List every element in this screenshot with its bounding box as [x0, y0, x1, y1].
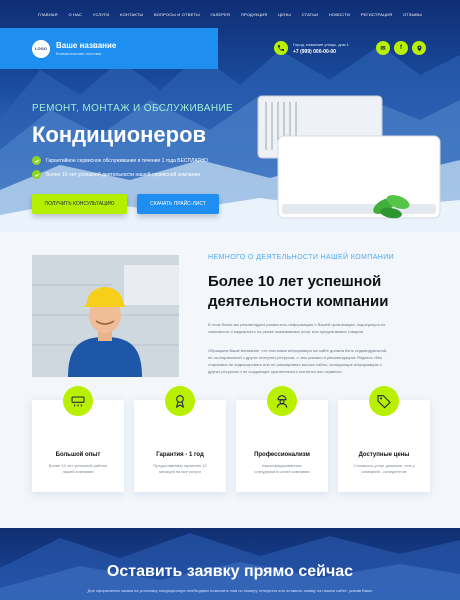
nav-item[interactable]: СТАТЬИ [302, 8, 319, 22]
consultation-button[interactable]: ПОЛУЧИТЬ КОНСУЛЬТАЦИЮ [32, 194, 127, 214]
about-paragraph-line: значимость и надежность на рынке оказыва… [208, 329, 364, 334]
social-icon[interactable]: f [394, 41, 408, 55]
phone-icon[interactable] [274, 41, 288, 55]
hero-feature: Гарантийное сервисное обслуживание в теч… [32, 156, 208, 165]
nav-item[interactable]: ОТЗЫВЫ [403, 8, 422, 22]
message-icon[interactable]: ✉ [376, 41, 390, 55]
company-name: Ваше название [56, 41, 117, 50]
nav-item[interactable]: О НАС [68, 8, 82, 22]
hero-feature-text: Гарантийное сервисное обслуживание в теч… [46, 157, 208, 164]
nav-item[interactable]: ВОПРОСЫ И ОТВЕТЫ [154, 8, 200, 22]
download-price-button[interactable]: СКАЧАТЬ ПРАЙС-ЛИСТ [137, 194, 219, 214]
card-description: Более 10 лет успешной работы нашей компа… [40, 463, 116, 475]
medal-icon [165, 386, 195, 416]
hero-kicker: РЕМОНТ, МОНТАЖ И ОБСЛУЖИВАНИЕ [32, 103, 234, 114]
price-tag-icon [369, 386, 399, 416]
company-tagline: Климатические системы [56, 51, 102, 56]
hero-section: ГЛАВНАЯ О НАС УСЛУГИ КОНТАКТЫ ВОПРОСЫ И … [0, 0, 460, 232]
feature-card: Профессионализм Квалифицированные сотруд… [236, 386, 328, 492]
about-title: Более 10 лет успешной деятельности компа… [208, 272, 438, 312]
request-description: Для оформления заказа на установку конди… [87, 588, 373, 593]
card-description: Предоставляем гарантию 12 месяцев на все… [142, 463, 218, 475]
hero-title: Кондиционеров [32, 122, 207, 147]
about-title-line: деятельности компании [208, 293, 389, 310]
request-title: Оставить заявку прямо сейчас [106, 563, 354, 580]
phone-number[interactable]: +7 (999) 000-00-00 [293, 49, 349, 55]
nav-item[interactable]: ГАЛЕРЕЯ [211, 8, 231, 22]
nav-item[interactable]: ПРОДУКЦИЯ [241, 8, 268, 22]
about-paragraph-line: других ресурсов и не создающие оригиналь… [208, 369, 343, 374]
card-description-line: нашей компании [62, 469, 94, 474]
card-description-line: месяцев на все услуги [159, 469, 201, 474]
about-paragraph: В этом блоке мы рекомендуем разместить и… [208, 321, 428, 335]
about-paragraph-line: В этом блоке мы рекомендуем разместить и… [208, 322, 386, 327]
top-navigation: ГЛАВНАЯ О НАС УСЛУГИ КОНТАКТЫ ВОПРОСЫ И … [0, 8, 460, 22]
nav-item[interactable]: ЦЕНЫ [278, 8, 291, 22]
feature-card: Гарантия - 1 год Предоставляем гарантию … [134, 386, 226, 492]
nav-item[interactable]: ГЛАВНАЯ [38, 8, 58, 22]
card-description: Стоимость услуг дешевле, чем у компаний … [346, 463, 422, 475]
about-paragraph: Обращаем Ваше внимание, что текстовая ин… [208, 347, 428, 375]
check-icon [32, 156, 41, 165]
feature-card: Большой опыт Более 10 лет успешной работ… [32, 386, 124, 492]
address-text: Город, название улицы, дом 1 [293, 41, 349, 47]
feature-card: Доступные цены Стоимость услуг дешевле, … [338, 386, 430, 492]
nav-item[interactable]: РЕГИСТРАЦИЯ [361, 8, 393, 22]
about-paragraph-line: стараемся не индексировать или не ранжир… [208, 362, 382, 367]
hero-feature: Более 10 лет успешной деятельности нашей… [32, 170, 200, 179]
logo[interactable]: LOGO [32, 39, 50, 58]
contact-block: Город, название улицы, дом 1 +7 (999) 00… [274, 41, 349, 55]
air-conditioner-icon [63, 386, 93, 416]
nav-item[interactable]: УСЛУГИ [93, 8, 110, 22]
location-icon[interactable] [412, 41, 426, 55]
about-title-line: Более 10 лет успешной [208, 273, 382, 290]
logo-bar: LOGO Ваше название Климатические системы [0, 28, 218, 69]
check-icon [32, 170, 41, 179]
about-paragraph-line: не скопированной с других интернет-ресур… [208, 355, 383, 360]
worker-illustration [32, 255, 179, 377]
air-conditioner-image [257, 95, 441, 219]
card-description-line: компаний - конкурентов [361, 469, 407, 474]
card-description: Квалифицированные сотрудники в штате ком… [244, 463, 320, 475]
nav-item[interactable]: КОНТАКТЫ [120, 8, 143, 22]
about-kicker: НЕМНОГО О ДЕЯТЕЛЬНОСТИ НАШЕЙ КОМПАНИИ [208, 254, 395, 261]
card-title: Доступные цены [358, 452, 410, 458]
worker-icon [267, 386, 297, 416]
card-title: Большой опыт [55, 452, 101, 458]
worker-photo [32, 255, 179, 377]
about-paragraph-line: Обращаем Ваше внимание, что текстовая ин… [208, 348, 388, 353]
card-description-line: сотрудники в штате компании [254, 469, 310, 474]
hero-feature-text: Более 10 лет успешной деятельности нашей… [46, 171, 200, 178]
brand-text: Ваше название Климатические системы [56, 41, 116, 56]
card-title: Профессионализм [254, 452, 310, 458]
card-title: Гарантия - 1 год [156, 452, 204, 458]
nav-item[interactable]: НОВОСТИ [329, 8, 350, 22]
